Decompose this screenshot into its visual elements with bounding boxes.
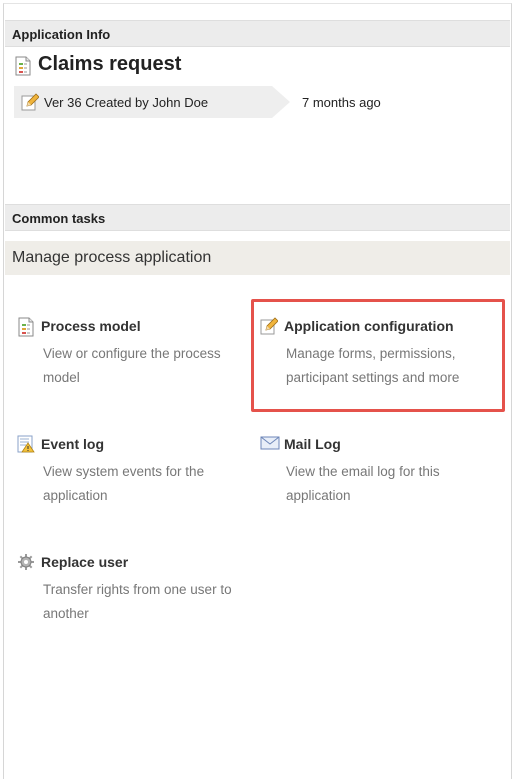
document-flow-icon: [14, 56, 32, 75]
task-title[interactable]: Replace user: [41, 554, 128, 570]
task-title[interactable]: Process model: [41, 318, 141, 334]
task-mail-log[interactable]: Mail Log View the email log for this app…: [260, 435, 490, 508]
envelope-icon: [260, 435, 280, 453]
section-title: Common tasks: [12, 211, 106, 226]
gear-icon: [17, 553, 35, 571]
version-time: 7 months ago: [302, 95, 381, 110]
task-event-log[interactable]: Event log View system events for the app…: [17, 435, 247, 508]
manage-process-group-title: Manage process application: [5, 241, 510, 275]
pencil-icon: [21, 93, 40, 111]
version-tag[interactable]: Ver 36 Created by John Doe: [14, 86, 290, 118]
task-process-model[interactable]: Process model View or configure the proc…: [17, 317, 247, 390]
task-replace-user[interactable]: Replace user Transfer rights from one us…: [17, 553, 247, 626]
task-title[interactable]: Mail Log: [284, 436, 341, 452]
task-title[interactable]: Event log: [41, 436, 104, 452]
application-panel: Application Info Claims request Ver 36 C…: [3, 3, 512, 779]
version-label: Ver 36 Created by John Doe: [44, 94, 209, 110]
event-log-warning-icon: [17, 435, 35, 453]
document-flow-icon: [17, 317, 35, 337]
task-description: Transfer rights from one user to another: [43, 582, 232, 621]
app-name: Claims request: [38, 53, 182, 75]
task-description: View or configure the process model: [43, 346, 221, 385]
section-header-application-info: Application Info: [5, 20, 510, 47]
task-description: View system events for the application: [43, 464, 205, 503]
task-description: View the email log for this application: [286, 464, 440, 503]
highlight-box: [251, 299, 505, 412]
app-title: Claims request: [14, 53, 181, 76]
section-header-common-tasks: Common tasks: [5, 204, 510, 231]
section-title: Application Info: [12, 27, 111, 42]
